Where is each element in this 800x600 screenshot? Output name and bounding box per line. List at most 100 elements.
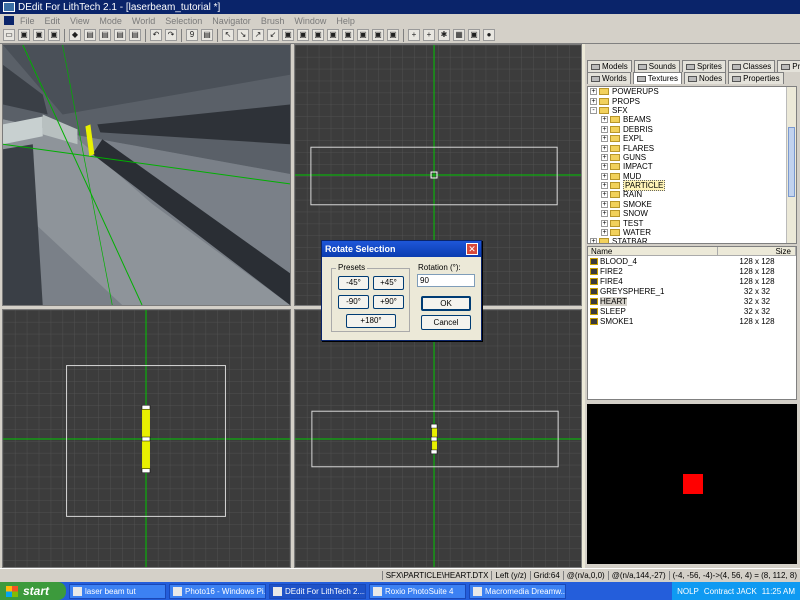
toolbar-button-4[interactable]: ◆ bbox=[69, 29, 81, 41]
file-list-row[interactable]: FIRE4 128 x 128 bbox=[588, 276, 796, 286]
toolbar-button-2[interactable]: ▣ bbox=[33, 29, 45, 41]
tab-models[interactable]: Models bbox=[587, 60, 632, 72]
rotation-input[interactable]: 90 bbox=[417, 274, 475, 287]
tree-item[interactable]: + SMOKE bbox=[588, 200, 796, 209]
toolbar-button-8[interactable]: ▤ bbox=[129, 29, 141, 41]
start-button[interactable]: start bbox=[0, 582, 66, 600]
clock[interactable]: 11:25 AM bbox=[762, 587, 795, 596]
tree-item[interactable]: + DEBRIS bbox=[588, 125, 796, 134]
front-viewport[interactable] bbox=[2, 309, 291, 568]
taskbar-item[interactable]: Roxio PhotoSuite 4 bbox=[369, 583, 466, 599]
preset-minus90-button[interactable]: -90° bbox=[338, 295, 369, 309]
menu-file[interactable]: File bbox=[20, 16, 35, 26]
file-list-row[interactable]: GREYSPHERE_1 32 x 32 bbox=[588, 286, 796, 296]
taskbar-item[interactable]: laser beam tut bbox=[69, 583, 166, 599]
toolbar-button-28[interactable]: ▦ bbox=[453, 29, 465, 41]
tree-scrollbar[interactable] bbox=[786, 87, 796, 243]
menu-help[interactable]: Help bbox=[336, 16, 355, 26]
tree-item[interactable]: + POWERUPS bbox=[588, 87, 796, 96]
expand-toggle-icon[interactable]: + bbox=[601, 153, 608, 161]
toolbar-button-0[interactable]: ▭ bbox=[3, 29, 15, 41]
tree-item[interactable]: + EXPL bbox=[588, 134, 796, 143]
toolbar-button-13[interactable]: ↖ bbox=[222, 29, 234, 41]
menu-mode[interactable]: Mode bbox=[99, 16, 122, 26]
toolbar-button-14[interactable]: ↘ bbox=[237, 29, 249, 41]
tab-nodes[interactable]: Nodes bbox=[683, 72, 727, 84]
toolbar-button-19[interactable]: ▣ bbox=[312, 29, 324, 41]
column-name[interactable]: Name bbox=[588, 247, 718, 256]
tree-item[interactable]: + PARTICLE bbox=[588, 180, 796, 192]
menu-world[interactable]: World bbox=[132, 16, 155, 26]
expand-toggle-icon[interactable]: + bbox=[601, 210, 608, 218]
tree-item[interactable]: + RAIN bbox=[588, 190, 796, 199]
menu-brush[interactable]: Brush bbox=[261, 16, 285, 26]
toolbar-button-26[interactable]: + bbox=[423, 29, 435, 41]
expand-toggle-icon[interactable]: + bbox=[601, 116, 608, 124]
close-icon[interactable]: ✕ bbox=[466, 243, 478, 255]
menu-window[interactable]: Window bbox=[294, 16, 326, 26]
toolbar-button-15[interactable]: ↗ bbox=[252, 29, 264, 41]
tree-item[interactable]: + SNOW bbox=[588, 209, 796, 218]
tab-textures[interactable]: Textures bbox=[632, 72, 682, 84]
tray-item-nolp[interactable]: NOLP bbox=[677, 587, 699, 596]
expand-toggle-icon[interactable]: - bbox=[590, 106, 597, 114]
toolbar-button-30[interactable]: ● bbox=[483, 29, 495, 41]
texture-tree[interactable]: + POWERUPS + PROPS - SFX + BEAMS + DEBRIS + EXPL + FL… bbox=[587, 86, 797, 244]
toolbar-button-6[interactable]: ▤ bbox=[99, 29, 111, 41]
toolbar-button-29[interactable]: ▣ bbox=[468, 29, 480, 41]
menu-edit[interactable]: Edit bbox=[45, 16, 61, 26]
file-list-row[interactable]: SLEEP 32 x 32 bbox=[588, 306, 796, 316]
toolbar-button-24[interactable]: ▣ bbox=[387, 29, 399, 41]
toolbar-button-18[interactable]: ▣ bbox=[297, 29, 309, 41]
taskbar-item[interactable]: Macromedia Dreamw... bbox=[469, 583, 566, 599]
tree-item[interactable]: + BEAMS bbox=[588, 115, 796, 124]
tree-item[interactable]: + MUD bbox=[588, 172, 796, 181]
file-list-row[interactable]: BLOOD_4 128 x 128 bbox=[588, 256, 796, 266]
tab-prefabs[interactable]: Prefabs bbox=[777, 60, 800, 72]
toolbar-button-20[interactable]: ▣ bbox=[327, 29, 339, 41]
toolbar-button-9[interactable]: ↶ bbox=[150, 29, 162, 41]
menu-navigator[interactable]: Navigator bbox=[212, 16, 251, 26]
toolbar-button-23[interactable]: ▣ bbox=[372, 29, 384, 41]
menu-selection[interactable]: Selection bbox=[165, 16, 202, 26]
expand-toggle-icon[interactable]: + bbox=[601, 125, 608, 133]
toolbar-button-3[interactable]: ▣ bbox=[48, 29, 60, 41]
tree-item[interactable]: + IMPACT bbox=[588, 162, 796, 171]
toolbar-button-12[interactable]: ▤ bbox=[201, 29, 213, 41]
cancel-button[interactable]: Cancel bbox=[421, 315, 471, 330]
expand-toggle-icon[interactable]: + bbox=[601, 144, 608, 152]
expand-toggle-icon[interactable]: + bbox=[601, 219, 608, 227]
scroll-thumb[interactable] bbox=[788, 127, 795, 197]
tree-item[interactable]: + PROPS bbox=[588, 96, 796, 106]
menu-view[interactable]: View bbox=[70, 16, 89, 26]
file-list-row[interactable]: SMOKE1 128 x 128 bbox=[588, 316, 796, 326]
tab-properties[interactable]: Properties bbox=[728, 72, 784, 84]
tree-item[interactable]: - SFX bbox=[588, 106, 796, 115]
column-size[interactable]: Size bbox=[718, 247, 796, 256]
tab-worlds[interactable]: Worlds bbox=[587, 72, 631, 84]
tab-sounds[interactable]: Sounds bbox=[633, 60, 680, 72]
toolbar-button-5[interactable]: ▤ bbox=[84, 29, 96, 41]
toolbar-button-16[interactable]: ↙ bbox=[267, 29, 279, 41]
preset-plus180-button[interactable]: +180° bbox=[346, 314, 396, 328]
expand-toggle-icon[interactable]: + bbox=[601, 229, 608, 237]
toolbar-button-7[interactable]: ▤ bbox=[114, 29, 126, 41]
toolbar-button-17[interactable]: ▣ bbox=[282, 29, 294, 41]
tree-item[interactable]: + STATBAR bbox=[588, 237, 796, 243]
expand-toggle-icon[interactable]: + bbox=[601, 200, 608, 208]
expand-toggle-icon[interactable]: + bbox=[601, 135, 608, 143]
preset-plus45-button[interactable]: +45° bbox=[373, 276, 404, 290]
toolbar-button-10[interactable]: ↷ bbox=[165, 29, 177, 41]
expand-toggle-icon[interactable]: + bbox=[590, 88, 597, 96]
tree-item[interactable]: + TEST bbox=[588, 218, 796, 228]
expand-toggle-icon[interactable]: + bbox=[590, 97, 597, 105]
taskbar-item[interactable]: DEdit For LithTech 2.... bbox=[269, 583, 366, 599]
expand-toggle-icon[interactable]: + bbox=[601, 172, 608, 180]
ok-button[interactable]: OK bbox=[421, 296, 471, 311]
toolbar-button-25[interactable]: + bbox=[408, 29, 420, 41]
expand-toggle-icon[interactable]: + bbox=[601, 191, 608, 199]
perspective-viewport[interactable] bbox=[2, 44, 291, 306]
side-viewport[interactable] bbox=[294, 309, 582, 568]
preset-minus45-button[interactable]: -45° bbox=[338, 276, 369, 290]
tray-item-contract[interactable]: Contract JACK bbox=[704, 587, 757, 596]
